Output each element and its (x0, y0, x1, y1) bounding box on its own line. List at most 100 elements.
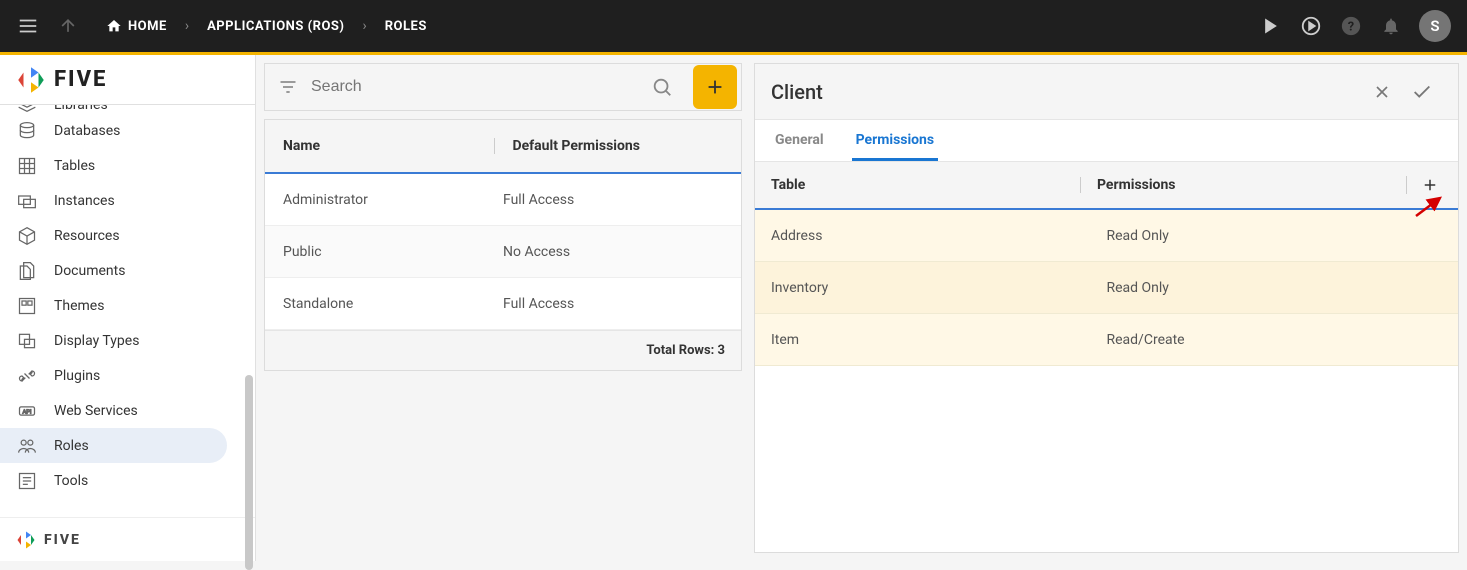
bell-icon[interactable] (1371, 6, 1411, 46)
col-name: Name (283, 138, 494, 154)
permission-row[interactable]: ItemRead/Create (755, 314, 1458, 366)
add-permission-button[interactable] (1406, 176, 1442, 194)
sidebar-item-plugins[interactable]: Plugins (0, 358, 227, 393)
cell-perm: No Access (503, 244, 723, 260)
sidebar-item-label: Roles (54, 438, 89, 454)
sidebar-item-label: Instances (54, 193, 115, 209)
grid-icon (16, 156, 38, 176)
cube-icon (16, 226, 38, 246)
tab-permissions[interactable]: Permissions (852, 122, 938, 161)
deploy-icon[interactable] (1291, 6, 1331, 46)
sidebar-item-label: Databases (54, 123, 120, 139)
sidebar-item-label: Display Types (54, 333, 139, 349)
cell-table: Inventory (771, 280, 1107, 296)
sidebar-item-label: Tables (54, 158, 95, 174)
detail-tabs: General Permissions (755, 120, 1458, 162)
brand-logo-icon (16, 65, 46, 95)
sidebar-item-tools[interactable]: Tools (0, 463, 227, 498)
layers-icon (16, 105, 38, 113)
chevron-right-icon: › (181, 18, 193, 34)
detail-title: Client (771, 80, 823, 104)
roles-panel: Name Default Permissions AdministratorFu… (264, 119, 742, 371)
roles-icon (16, 436, 38, 456)
sidebar-item-documents[interactable]: Documents (0, 253, 227, 288)
chevron-right-icon: › (358, 18, 370, 34)
cell-permission: Read Only (1107, 228, 1443, 244)
breadcrumb-roles[interactable]: ROLES (375, 13, 437, 40)
sidebar-item-web-services[interactable]: API Web Services (0, 393, 227, 428)
cell-name: Public (283, 244, 503, 260)
sidebar-item-label: Documents (54, 263, 125, 279)
sidebar-item-instances[interactable]: Instances (0, 183, 227, 218)
breadcrumb-applications[interactable]: APPLICATIONS (ROS) (197, 13, 354, 40)
cell-table: Address (771, 228, 1107, 244)
sidebar-item-label: Tools (54, 473, 88, 489)
home-icon (106, 18, 122, 34)
cell-permission: Read/Create (1107, 332, 1443, 348)
content: Name Default Permissions AdministratorFu… (256, 55, 1467, 561)
permission-row[interactable]: AddressRead Only (755, 210, 1458, 262)
swatch-icon (16, 296, 38, 316)
avatar[interactable]: S (1419, 10, 1451, 42)
breadcrumb-home[interactable]: HOME (96, 12, 177, 40)
sidebar-item-tables[interactable]: Tables (0, 148, 227, 183)
cell-perm: Full Access (503, 296, 723, 312)
display-icon (16, 331, 38, 351)
sidebar-item-display-types[interactable]: Display Types (0, 323, 227, 358)
table-row[interactable]: AdministratorFull Access (265, 174, 741, 226)
filter-icon[interactable] (265, 77, 311, 97)
cell-name: Administrator (283, 192, 503, 208)
add-role-button[interactable] (693, 65, 737, 109)
col-permissions: Permissions (1080, 177, 1406, 193)
database-icon (16, 121, 38, 141)
sidebar-item-label: Themes (54, 298, 104, 314)
api-icon: API (16, 401, 38, 421)
search-icon[interactable] (639, 76, 685, 98)
detail-header: Client (755, 64, 1458, 120)
search-toolbar (264, 63, 742, 111)
sidebar-item-label: Libraries (54, 105, 108, 113)
sidebar-scrollbar[interactable] (245, 375, 253, 570)
roles-table-header: Name Default Permissions (265, 120, 741, 174)
sidebar: FIVE Libraries Databases Tables Instances Re… (0, 55, 256, 561)
confirm-icon[interactable] (1402, 81, 1442, 103)
brand-text: FIVE (54, 67, 107, 92)
permission-row[interactable]: InventoryRead Only (755, 262, 1458, 314)
svg-text:API: API (22, 409, 31, 415)
sidebar-item-label: Resources (54, 228, 120, 244)
play-icon[interactable] (1251, 6, 1291, 46)
col-table: Table (771, 177, 1080, 193)
cell-name: Standalone (283, 296, 503, 312)
sidebar-item-libraries[interactable]: Libraries (0, 105, 227, 113)
col-default-permissions: Default Permissions (494, 138, 724, 154)
help-icon[interactable]: ? (1331, 6, 1371, 46)
plug-icon (16, 366, 38, 386)
brand: FIVE (0, 55, 255, 105)
menu-icon[interactable] (8, 6, 48, 46)
search-input[interactable] (311, 78, 639, 96)
table-row[interactable]: StandaloneFull Access (265, 278, 741, 330)
up-arrow-icon[interactable] (48, 6, 88, 46)
table-row[interactable]: PublicNo Access (265, 226, 741, 278)
docs-icon (16, 261, 38, 281)
sidebar-item-databases[interactable]: Databases (0, 113, 227, 148)
tools-icon (16, 471, 38, 491)
sidebar-item-roles[interactable]: Roles (0, 428, 227, 463)
close-icon[interactable] (1362, 82, 1402, 102)
tab-general[interactable]: General (771, 122, 828, 161)
topbar: HOME › APPLICATIONS (ROS) › ROLES ? S (0, 0, 1467, 55)
sidebar-nav[interactable]: Libraries Databases Tables Instances Resourc… (0, 105, 255, 517)
breadcrumb: HOME › APPLICATIONS (ROS) › ROLES (96, 12, 437, 40)
cell-permission: Read Only (1107, 280, 1443, 296)
detail-panel: Client General Permissions Table Permiss… (754, 63, 1459, 553)
sidebar-item-label: Plugins (54, 368, 100, 384)
sidebar-item-themes[interactable]: Themes (0, 288, 227, 323)
sidebar-footer: FIVE (0, 517, 255, 561)
brand-logo-small-icon (16, 530, 36, 550)
sidebar-item-label: Web Services (54, 403, 138, 419)
roles-footer: Total Rows: 3 (265, 330, 741, 370)
monitors-icon (16, 191, 38, 211)
cell-table: Item (771, 332, 1107, 348)
sidebar-item-resources[interactable]: Resources (0, 218, 227, 253)
svg-text:?: ? (1348, 20, 1354, 35)
